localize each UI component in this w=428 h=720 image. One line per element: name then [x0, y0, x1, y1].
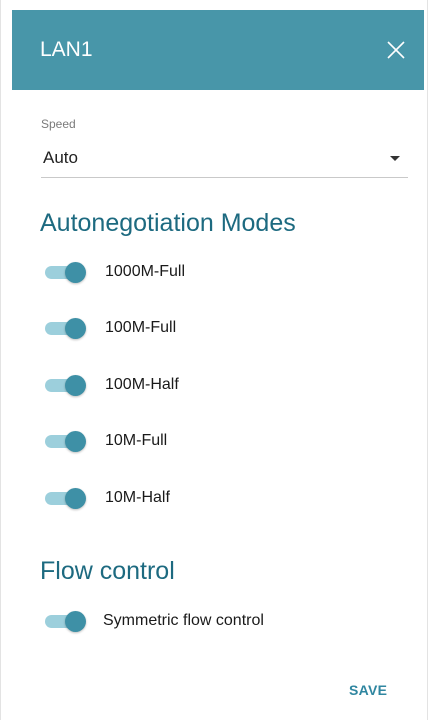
mode-row-100m-half: 100M-Half [43, 372, 383, 398]
mode-label: 10M-Full [105, 432, 168, 449]
mode-row-10m-half: 10M-Half [43, 485, 383, 511]
toggle-100m-half[interactable] [43, 375, 87, 396]
toggle-symmetric-flow-control[interactable] [43, 611, 87, 632]
toggle-thumb [65, 611, 86, 632]
mode-label: 10M-Half [105, 489, 170, 506]
toggle-thumb [65, 262, 86, 283]
mode-row-1000m-full: 1000M-Full [43, 259, 383, 285]
lan-settings-panel: LAN1 Speed Auto Autonegotiation Modes 10… [0, 0, 428, 720]
panel-header: LAN1 [12, 10, 424, 90]
mode-row-100m-full: 100M-Full [43, 315, 383, 341]
toggle-thumb [65, 375, 86, 396]
speed-label: Speed [41, 117, 76, 131]
mode-label: 100M-Half [105, 376, 179, 393]
close-icon [387, 41, 405, 59]
speed-value: Auto [43, 148, 78, 167]
mode-row-10m-full: 10M-Full [43, 428, 383, 454]
close-button[interactable] [384, 38, 408, 62]
speed-select[interactable]: Auto [41, 140, 408, 178]
mode-label: 1000M-Full [105, 263, 186, 280]
toggle-10m-half[interactable] [43, 488, 87, 509]
toggle-thumb [65, 431, 86, 452]
flow-control-title: Flow control [40, 557, 175, 585]
mode-label: 100M-Full [105, 319, 177, 336]
autonegotiation-title: Autonegotiation Modes [40, 209, 296, 237]
toggle-thumb [65, 488, 86, 509]
save-button[interactable]: SAVE [349, 681, 387, 699]
toggle-10m-full[interactable] [43, 431, 87, 452]
toggle-1000m-full[interactable] [43, 262, 87, 283]
toggle-thumb [65, 318, 86, 339]
toggle-100m-full[interactable] [43, 318, 87, 339]
flow-row-symmetric: Symmetric flow control [43, 608, 383, 634]
panel-title: LAN1 [40, 38, 93, 61]
chevron-down-icon [390, 156, 400, 161]
flow-option-label: Symmetric flow control [103, 612, 264, 629]
